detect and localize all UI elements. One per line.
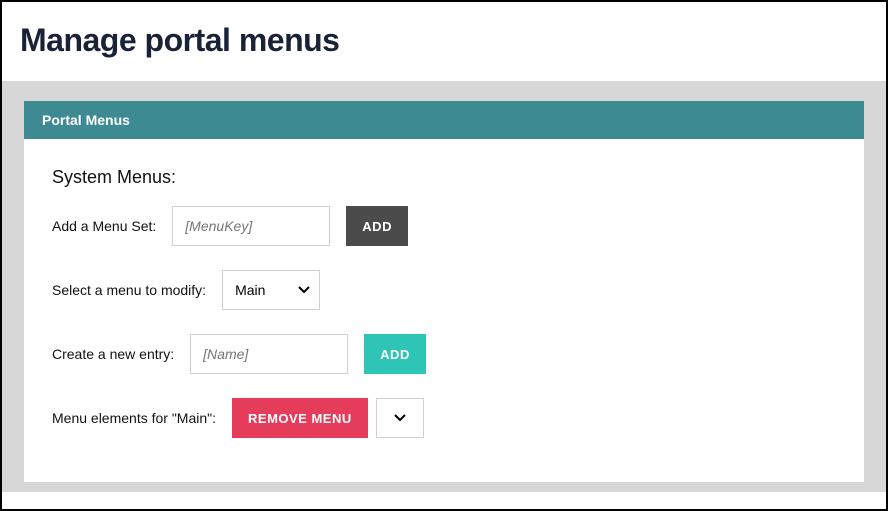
select-menu-label: Select a menu to modify: [52, 282, 206, 298]
chevron-down-icon [394, 409, 406, 427]
portal-menus-panel: Portal Menus System Menus: Add a Menu Se… [24, 101, 864, 482]
menu-select[interactable]: Main [222, 270, 320, 310]
menu-elements-label: Menu elements for "Main": [52, 410, 216, 426]
page-title: Manage portal menus [20, 22, 868, 59]
menu-key-input[interactable] [172, 206, 330, 246]
remove-menu-button[interactable]: Remove Menu [232, 398, 368, 438]
system-menus-heading: System Menus: [52, 167, 836, 188]
add-entry-button[interactable]: Add [364, 334, 426, 374]
entry-name-input[interactable] [190, 334, 348, 374]
menu-elements-dropdown[interactable] [376, 398, 424, 438]
create-entry-label: Create a new entry: [52, 346, 174, 362]
add-menu-set-button[interactable]: Add [346, 206, 408, 246]
add-menu-set-label: Add a Menu Set: [52, 218, 156, 234]
content-area: Portal Menus System Menus: Add a Menu Se… [2, 81, 886, 492]
panel-header: Portal Menus [24, 101, 864, 139]
